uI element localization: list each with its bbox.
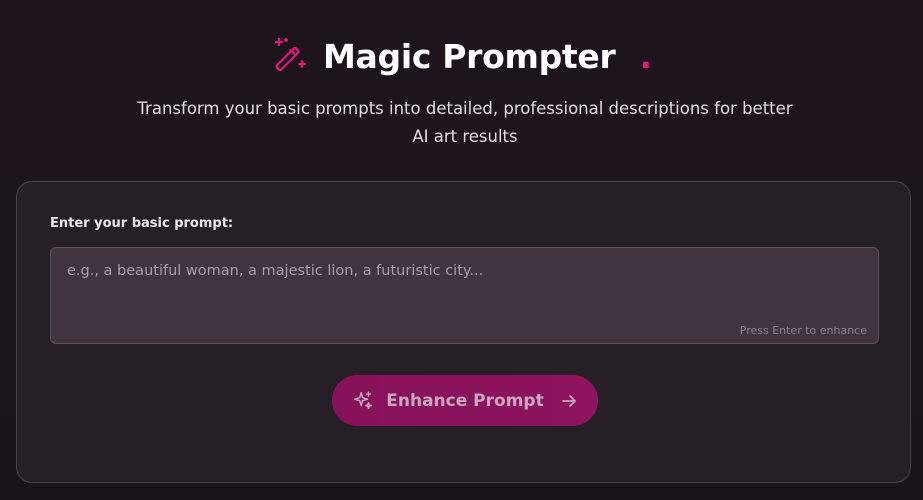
prompt-textarea-container: Press Enter to enhance xyxy=(50,247,879,344)
prompt-card: Enter your basic prompt: Press Enter to … xyxy=(16,181,911,483)
page-subtitle: Transform your basic prompts into detail… xyxy=(137,99,793,146)
enter-hint: Press Enter to enhance xyxy=(739,324,867,337)
enhance-prompt-button[interactable]: Enhance Prompt xyxy=(332,375,598,426)
sparkles-icon xyxy=(354,391,373,409)
title-row: Magic Prompter . xyxy=(271,36,652,76)
enhance-button-label: Enhance Prompt xyxy=(386,390,544,411)
header: Magic Prompter . xyxy=(0,36,923,76)
page: Magic Prompter . Transform your basic pr… xyxy=(0,0,923,500)
prompt-field-label: Enter your basic prompt: xyxy=(50,216,234,231)
title-accent-dot: . xyxy=(639,36,652,76)
page-title: Magic Prompter xyxy=(322,36,616,76)
magic-wand-icon xyxy=(274,37,307,72)
arrow-right-icon xyxy=(561,394,576,407)
